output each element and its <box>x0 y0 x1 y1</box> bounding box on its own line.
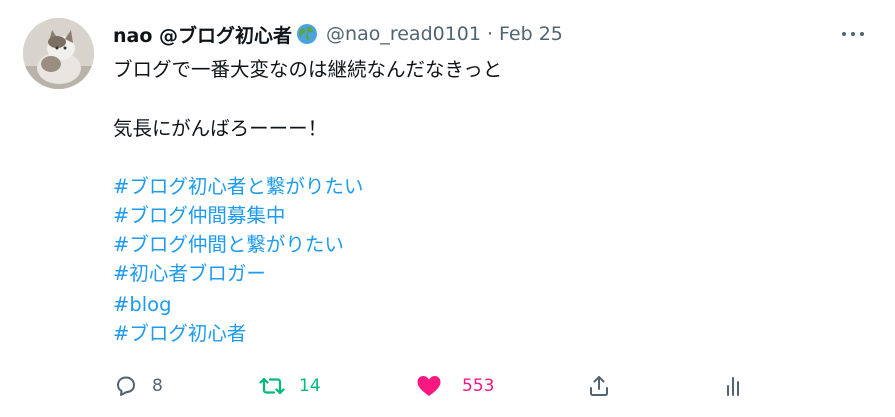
avatar[interactable] <box>23 18 94 89</box>
hashtag-link[interactable]: #ブログ仲間募集中 <box>113 202 285 230</box>
like-button[interactable]: 553 <box>416 370 494 402</box>
tweet-card: nao @ブログ初心者 @nao_read0101 · Feb 25 ブログで一… <box>0 0 895 417</box>
analytics-icon <box>722 374 746 398</box>
like-count: 553 <box>462 376 495 396</box>
tweet-header: nao @ブログ初心者 @nao_read0101 · Feb 25 <box>113 20 563 48</box>
retweet-button[interactable]: 14 <box>259 370 321 402</box>
reply-button[interactable]: 8 <box>114 370 163 402</box>
globe-icon <box>296 23 318 45</box>
display-name[interactable]: nao @ブログ初心者 <box>113 21 292 48</box>
tweet-date[interactable]: Feb 25 <box>499 23 563 45</box>
hashtag-link[interactable]: #blog <box>113 291 171 319</box>
tweet-text-line: 気長にがんばろーーー！ <box>113 117 328 140</box>
share-icon <box>587 374 611 398</box>
hashtag-link[interactable]: #ブログ初心者 <box>113 320 246 348</box>
reply-icon <box>114 374 138 398</box>
more-icon[interactable] <box>841 22 867 46</box>
hashtag-link[interactable]: #初心者ブロガー <box>113 260 266 288</box>
retweet-count: 14 <box>299 376 321 396</box>
share-button[interactable] <box>587 370 611 402</box>
analytics-button[interactable] <box>722 370 746 402</box>
retweet-icon <box>259 374 285 398</box>
user-handle[interactable]: @nao_read0101 <box>326 23 481 45</box>
heart-icon <box>416 374 442 398</box>
tweet-text-line: ブログで一番大変なのは継続なんだなきっと <box>113 58 503 81</box>
action-bar: 8 14 553 <box>0 370 895 402</box>
reply-count: 8 <box>152 376 163 396</box>
hashtag-link[interactable]: #ブログ初心者と繋がりたい <box>113 173 363 201</box>
hashtag-link[interactable]: #ブログ仲間と繋がりたい <box>113 231 344 259</box>
separator-dot: · <box>486 23 494 45</box>
